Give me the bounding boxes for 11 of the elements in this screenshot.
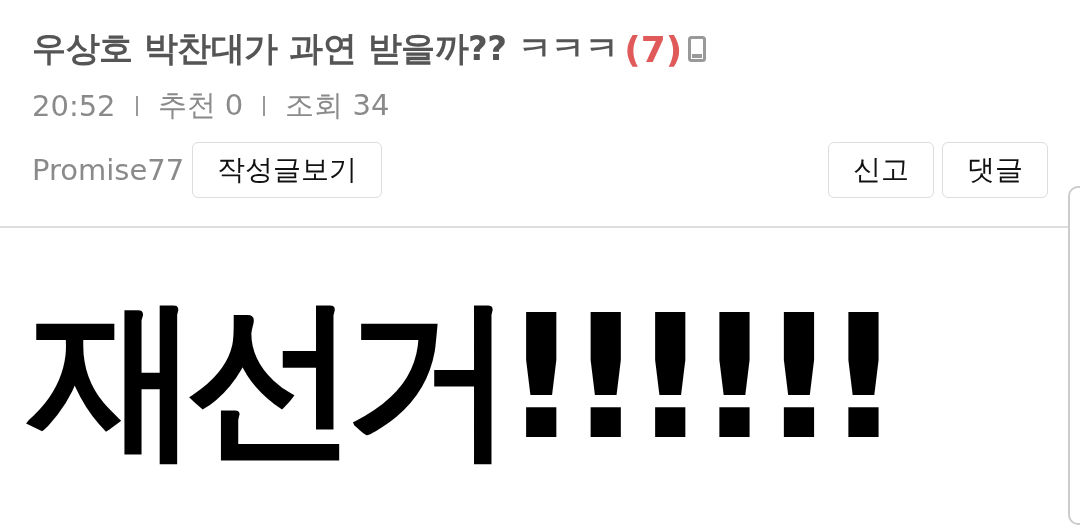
post-meta: 20:52: [32, 89, 116, 123]
comment-count: (7): [624, 28, 683, 70]
phone-icon: [688, 36, 707, 62]
author-name: Promise77: [32, 153, 185, 187]
action-button[interactable]: 댓글: [942, 142, 1048, 198]
post-title: 우상호 박찬대가 과연 받을까?? ㅋㅋㅋ: [32, 27, 619, 70]
action-button[interactable]: 신고: [828, 142, 934, 198]
view-posts-button[interactable]: 작성글보기: [192, 142, 383, 198]
post-meta: 추천 0: [157, 87, 244, 124]
post-meta: 조회 34: [285, 87, 390, 124]
post-body: 재선거!!!!!!: [28, 292, 889, 464]
